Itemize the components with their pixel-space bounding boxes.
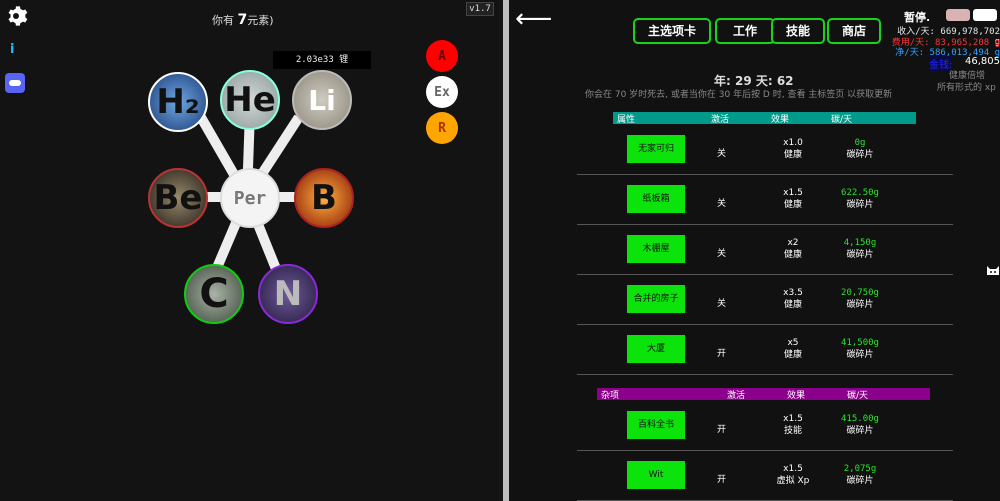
misc-row: 百科全书开 x1.5 技能 415.00g 碳碎片	[577, 401, 953, 451]
cat-icon	[986, 262, 1000, 276]
effect: x1.0 健康	[783, 138, 803, 160]
housing-row: 木棚屋关 x2 健康 4,150g 碳碎片	[577, 225, 953, 275]
active-status: 关	[717, 249, 727, 259]
tab-work[interactable]: 工作	[715, 18, 775, 44]
housing-row: 合并的房子关 x3.5 健康 20,750g 碳碎片	[577, 275, 953, 325]
misc-item-button[interactable]: Wit	[627, 461, 685, 489]
effect: x1.5 虚拟 Xp	[776, 464, 810, 486]
atom-boron[interactable]: B	[294, 168, 354, 228]
rate: 4,150g 碳碎片	[843, 238, 877, 260]
gear-icon[interactable]	[4, 4, 28, 28]
atom-beryllium[interactable]: Be	[148, 168, 208, 228]
tab-shop[interactable]: 商店	[827, 18, 881, 44]
element-tooltip: 2.03e33 锂	[273, 51, 371, 69]
button-a[interactable]: A	[426, 40, 458, 72]
button-r[interactable]: R	[426, 112, 458, 144]
rate: 2,075g 碳碎片	[843, 464, 877, 486]
housing-item-button[interactable]: 合并的房子	[627, 285, 685, 313]
housing-row: 纸板箱关 x1.5 健康 622.50g 碳碎片	[577, 175, 953, 225]
active-status: 关	[717, 149, 727, 159]
effect: x3.5 健康	[783, 288, 803, 310]
tab-main[interactable]: 主选项卡	[633, 18, 711, 44]
misc-row: Wit 开 x1.5 虚拟 Xp 2,075g 碳碎片	[577, 451, 953, 501]
active-status: 开	[717, 475, 727, 485]
game-panel: ⟵ 主选项卡 工作 技能 商店 暂停. 收入/天: 669,978,702 g …	[509, 0, 1000, 501]
element-count: 你有 7元素)	[212, 12, 274, 28]
active-status: 关	[717, 299, 727, 309]
money-value: 46,805	[965, 56, 1000, 67]
pause-button[interactable]	[946, 9, 970, 21]
rate: 41,500g 碳碎片	[841, 338, 879, 360]
all-xp: 所有形式的 xp	[937, 83, 996, 93]
housing-item-button[interactable]: 无家可归	[627, 135, 685, 163]
version-badge: v1.7	[466, 2, 494, 16]
effect: x1.5 技能	[783, 414, 803, 436]
rate: 20,750g 碳碎片	[841, 288, 879, 310]
active-status: 开	[717, 425, 727, 435]
housing-item-button[interactable]: 木棚屋	[627, 235, 685, 263]
discord-icon[interactable]	[5, 73, 25, 93]
active-status: 关	[717, 199, 727, 209]
effect: x5 健康	[783, 338, 802, 360]
housing-item-button[interactable]: 纸板箱	[627, 185, 685, 213]
misc-header: 杂项 激活 效果 碳/天	[597, 388, 930, 401]
rate: 415.00g 碳碎片	[841, 414, 879, 436]
info-icon[interactable]: i	[10, 42, 14, 57]
play-button[interactable]	[973, 9, 997, 21]
housing-item-button[interactable]: 大厦	[627, 335, 685, 363]
tab-skills[interactable]: 技能	[771, 18, 825, 44]
effect: x1.5 健康	[783, 188, 803, 210]
pause-label: 暂停.	[904, 11, 931, 24]
housing-row: 大厦开 x5 健康 41,500g 碳碎片	[577, 325, 953, 375]
housing-row: 无家可归关 x1.0 健康 0g 碳碎片	[577, 125, 953, 175]
atom-center[interactable]: Per	[220, 168, 280, 228]
elements-panel: i 你有 7元素) v1.7 H₂ He Li Be Per B C N 2.0…	[0, 0, 503, 501]
effect: x2 健康	[783, 238, 802, 260]
button-ex[interactable]: Ex	[426, 76, 458, 108]
rate: 622.50g 碳碎片	[841, 188, 879, 210]
death-note: 你会在 70 岁时死去, 或者当你在 30 年后按 D 时, 查看 主标签页 以…	[585, 90, 893, 100]
atom-lithium[interactable]: Li	[292, 70, 352, 130]
rate: 0g 碳碎片	[846, 138, 874, 160]
atom-helium[interactable]: He	[220, 70, 280, 130]
back-arrow-icon[interactable]: ⟵	[515, 4, 552, 34]
active-status: 开	[717, 349, 727, 359]
misc-item-button[interactable]: 百科全书	[627, 411, 685, 439]
atom-nitrogen[interactable]: N	[258, 264, 318, 324]
atom-hydrogen[interactable]: H₂	[148, 72, 208, 132]
housing-header: 属性 激活 效果 碳/天	[613, 112, 916, 125]
atom-carbon[interactable]: C	[184, 264, 244, 324]
